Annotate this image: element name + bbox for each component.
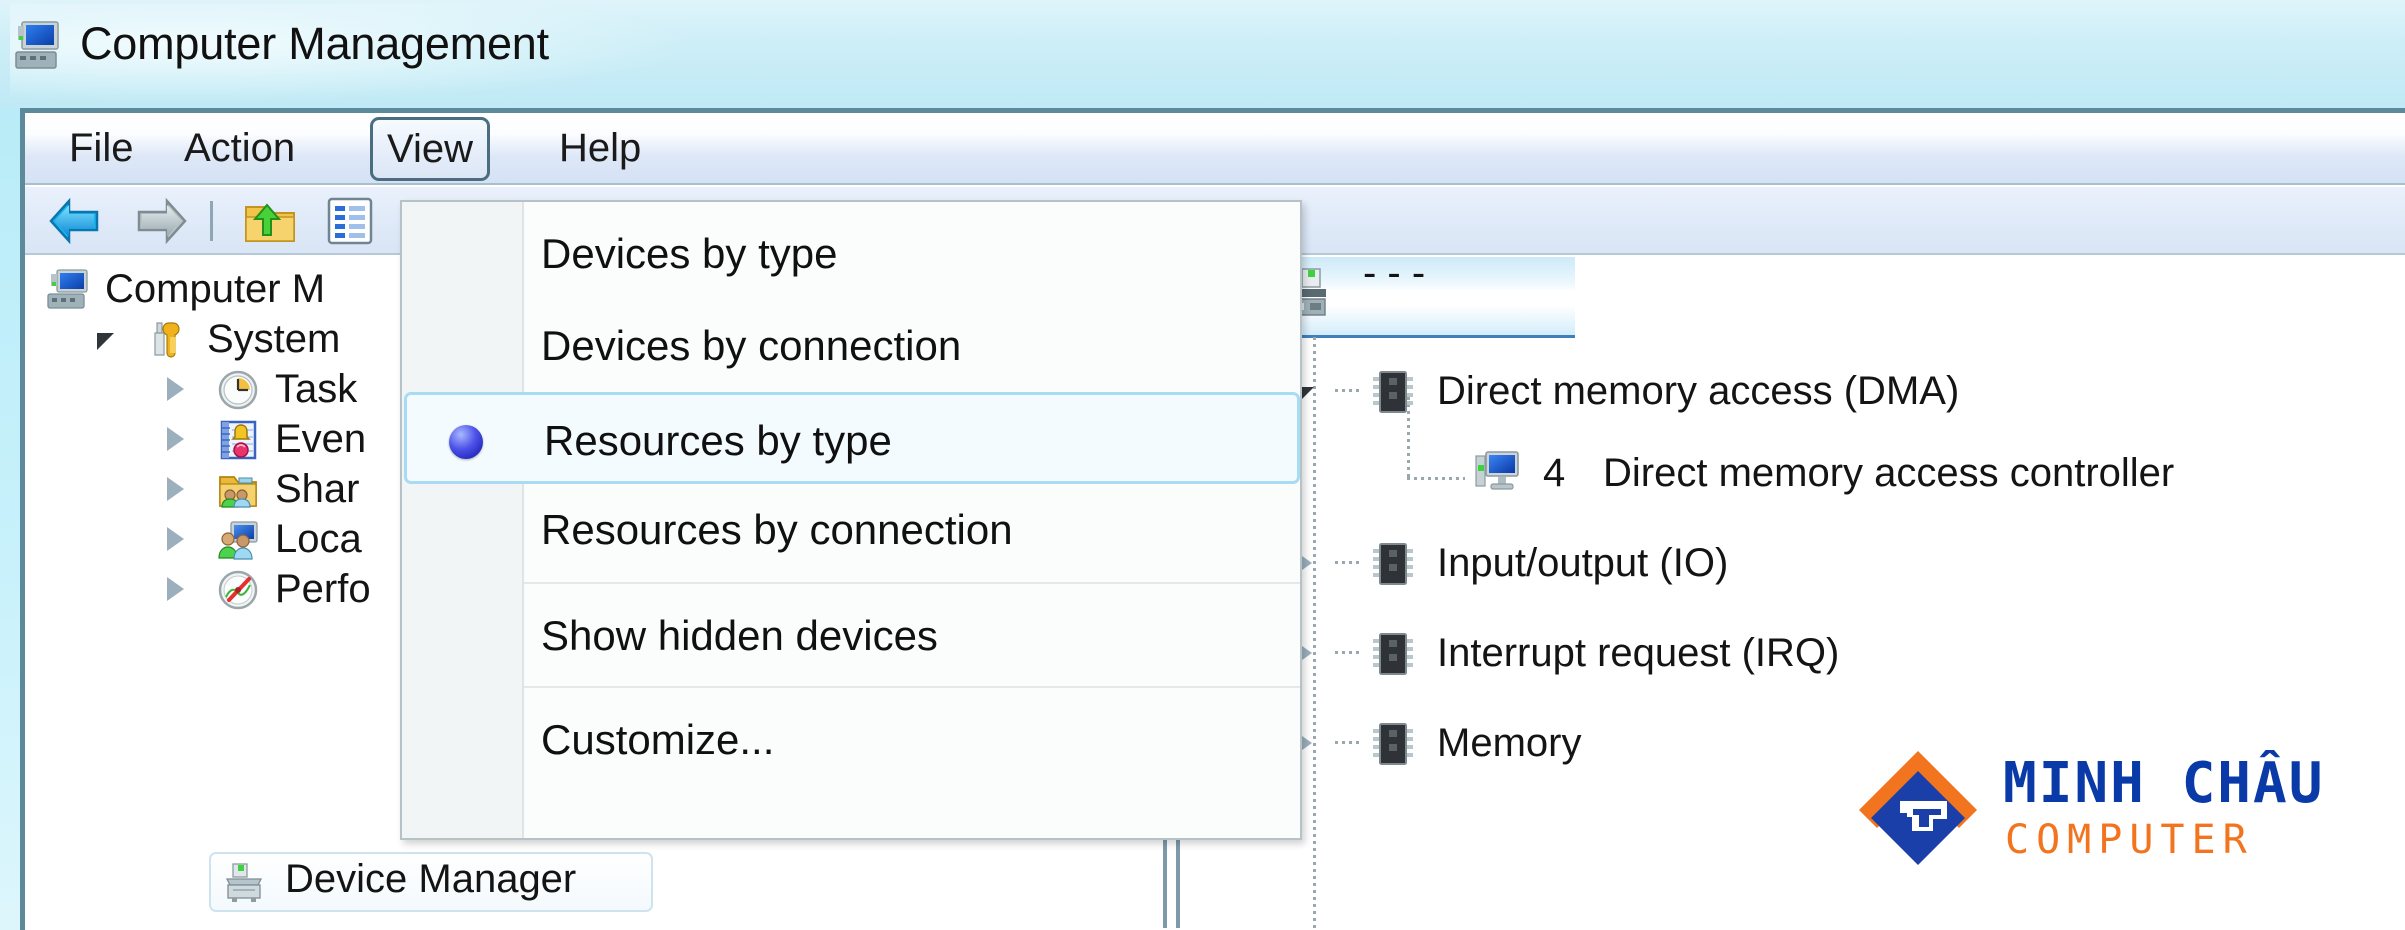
properties-icon[interactable] xyxy=(323,197,377,245)
tree-label: Even xyxy=(275,417,367,461)
right-tree-label: Direct memory access (DMA) xyxy=(1437,369,1960,413)
shared-folders-icon xyxy=(219,476,257,508)
forward-arrow-icon[interactable] xyxy=(135,197,189,245)
device-manager-icon xyxy=(225,863,263,902)
logo-name-secondary: COMPUTER xyxy=(2005,817,2254,863)
event-viewer-icon xyxy=(220,420,257,460)
menu-item-resources-by-connection[interactable]: Resources by connection xyxy=(404,484,1300,576)
local-users-groups-icon xyxy=(218,521,258,560)
view-dropdown-menu: Devices by type Devices by connection Re… xyxy=(400,200,1302,840)
tree-connector-line xyxy=(1313,337,1316,928)
menu-item-label: Resources by connection xyxy=(541,506,1013,553)
resource-chip-icon xyxy=(1373,543,1413,585)
collapsed-twisty-icon[interactable] xyxy=(167,527,184,551)
expanded-twisty-icon[interactable] xyxy=(97,333,114,350)
menu-file[interactable]: File xyxy=(55,121,147,175)
toolbar-separator xyxy=(210,201,213,241)
resource-chip-icon xyxy=(1373,723,1413,765)
radio-selected-icon xyxy=(449,425,483,459)
menu-separator xyxy=(524,582,1300,584)
menu-item-label: Devices by connection xyxy=(541,322,962,369)
tree-label: Loca xyxy=(275,517,362,561)
tree-connector-line xyxy=(1335,741,1363,744)
right-tree-root-label: - - - xyxy=(1363,257,1426,295)
collapsed-twisty-icon[interactable] xyxy=(167,477,184,501)
tree-connector-line xyxy=(1335,389,1363,392)
tree-label: Device Manager xyxy=(285,857,577,901)
performance-gauge-icon xyxy=(218,570,258,610)
computer-management-icon xyxy=(47,269,88,309)
menu-bar: File Action View Help xyxy=(25,113,2405,185)
computer-management-icon xyxy=(15,21,59,69)
tree-connector-line xyxy=(1407,477,1465,480)
collapsed-twisty-icon[interactable] xyxy=(167,427,184,451)
tree-label: Perfo xyxy=(275,567,371,611)
menu-item-label: Customize... xyxy=(541,716,775,763)
window-title-bar: Computer Management xyxy=(0,0,2405,108)
window-title: Computer Management xyxy=(80,18,549,69)
collapsed-twisty-icon[interactable] xyxy=(167,577,184,601)
right-tree-label: Interrupt request (IRQ) xyxy=(1437,631,1840,675)
logo-name-primary: MINH CHÂU xyxy=(2003,751,2325,816)
menu-item-show-hidden-devices[interactable]: Show hidden devices xyxy=(404,590,1300,682)
menu-item-label: Devices by type xyxy=(541,230,838,277)
computer-management-window: Computer Management File Action View Hel… xyxy=(0,0,2405,930)
window-left-edge xyxy=(0,108,20,930)
right-tree-label: Direct memory access controller xyxy=(1603,451,2175,495)
menu-item-devices-by-connection[interactable]: Devices by connection xyxy=(404,300,1300,392)
minh-chau-computer-logo: MINH CHÂU COMPUTER xyxy=(1855,745,2325,875)
menu-item-devices-by-type[interactable]: Devices by type xyxy=(404,208,1300,300)
menu-item-resources-by-type[interactable]: Resources by type xyxy=(404,392,1300,484)
menu-action[interactable]: Action xyxy=(170,121,309,175)
tree-connector-line xyxy=(1335,561,1363,564)
resource-chip-icon xyxy=(1373,371,1413,413)
right-tree-label: Input/output (IO) xyxy=(1437,541,1729,585)
back-arrow-icon[interactable] xyxy=(47,197,101,245)
menu-separator xyxy=(524,686,1300,688)
menu-item-label: Resources by type xyxy=(544,417,892,464)
logo-diamond-icon xyxy=(1859,751,1977,873)
tree-label: Computer M xyxy=(105,267,326,311)
tree-label: Shar xyxy=(275,467,360,511)
right-tree-resource-number: 4 xyxy=(1543,451,1566,495)
menu-help[interactable]: Help xyxy=(545,121,655,175)
menu-item-label: Show hidden devices xyxy=(541,612,938,659)
system-tools-icon xyxy=(154,322,180,358)
tree-connector-line xyxy=(1335,651,1363,654)
collapsed-twisty-icon[interactable] xyxy=(167,377,184,401)
up-one-level-icon[interactable] xyxy=(243,197,297,245)
resource-chip-icon xyxy=(1373,633,1413,675)
menu-view[interactable]: View xyxy=(370,117,490,181)
monitor-device-icon xyxy=(1475,451,1519,490)
right-tree-label: Memory xyxy=(1437,721,1582,765)
tree-label: Task xyxy=(275,367,358,411)
tree-label: System xyxy=(207,317,341,361)
menu-item-customize[interactable]: Customize... xyxy=(404,694,1300,786)
task-scheduler-clock-icon xyxy=(218,370,258,410)
